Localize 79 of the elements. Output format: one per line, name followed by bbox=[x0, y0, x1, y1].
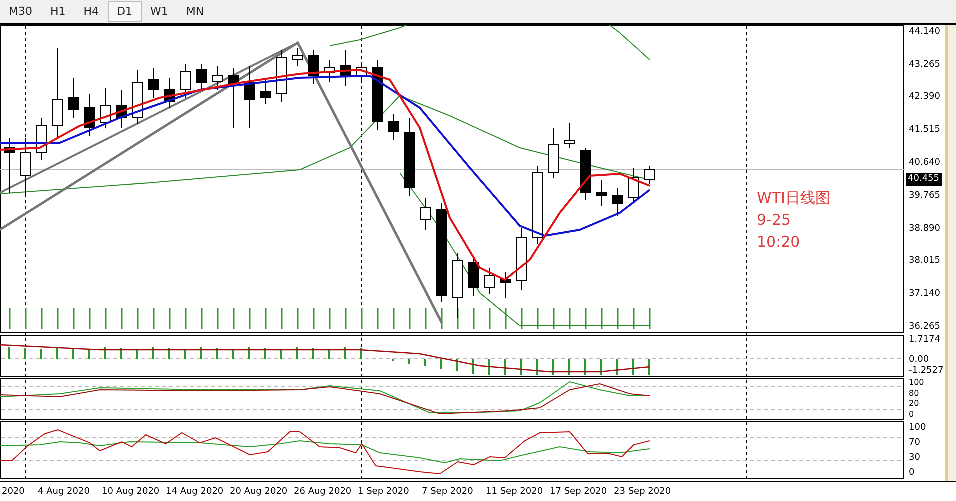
rsi-axis-label: 70 bbox=[909, 438, 922, 449]
candlestick bbox=[484, 267, 496, 294]
candlestick bbox=[420, 197, 432, 230]
candlestick bbox=[116, 89, 128, 128]
candlestick bbox=[500, 271, 512, 298]
candlestick bbox=[548, 127, 560, 178]
candlestick bbox=[84, 93, 96, 136]
stochastic-axis-label: 80 bbox=[909, 388, 920, 398]
candlestick bbox=[276, 49, 288, 102]
date-label: 7 Sep 2020 bbox=[422, 486, 474, 497]
price-label: 43.265 bbox=[909, 60, 942, 71]
timeframe-tab[interactable]: H4 bbox=[74, 1, 108, 22]
candlestick bbox=[4, 137, 16, 194]
candlestick bbox=[644, 165, 656, 184]
rsi-axis-label: 0 bbox=[909, 468, 916, 479]
candlestick bbox=[324, 59, 336, 82]
candlestick bbox=[628, 167, 640, 202]
timeframe-tab[interactable]: MN bbox=[177, 1, 214, 22]
timeframe-tab[interactable]: H1 bbox=[42, 1, 75, 22]
price-label: 37.140 bbox=[909, 289, 942, 300]
candlestick bbox=[452, 252, 464, 318]
candlestick bbox=[196, 63, 208, 90]
candlestick bbox=[292, 47, 304, 66]
date-label: 26 Aug 2020 bbox=[294, 486, 353, 497]
chart-annotation: WTI日线图 bbox=[757, 188, 830, 209]
candlestick bbox=[244, 65, 256, 128]
rsi-axis-label: 100 bbox=[909, 422, 928, 434]
candlestick bbox=[468, 257, 480, 296]
stochastic-axis-label: 100 bbox=[909, 378, 926, 387]
candlestick bbox=[308, 49, 320, 84]
price-label: 38.015 bbox=[909, 256, 942, 268]
current-price-label: 40.455 bbox=[906, 172, 942, 186]
candlestick bbox=[180, 63, 192, 98]
price-label: 39.765 bbox=[909, 190, 942, 202]
date-label: 10 Aug 2020 bbox=[102, 486, 161, 497]
chart-annotation: 9-25 bbox=[757, 210, 792, 231]
timeframe-tab[interactable]: M30 bbox=[0, 1, 42, 22]
date-label: 2020 bbox=[2, 486, 26, 497]
price-label: 36.265 bbox=[909, 322, 942, 333]
candlestick bbox=[388, 113, 400, 140]
candlestick bbox=[132, 69, 144, 124]
candlestick bbox=[20, 137, 32, 196]
candlestick bbox=[580, 147, 592, 200]
candlestick bbox=[228, 67, 240, 128]
candlestick bbox=[212, 65, 224, 90]
candlestick bbox=[100, 87, 112, 128]
macd-axis-label: 0.00 bbox=[909, 354, 930, 366]
date-label: 11 Sep 2020 bbox=[486, 486, 544, 497]
candlestick bbox=[164, 77, 176, 108]
candlestick bbox=[516, 227, 528, 290]
price-label: 40.640 bbox=[909, 158, 942, 170]
candlestick bbox=[612, 187, 624, 216]
timeframe-tab[interactable]: W1 bbox=[142, 1, 178, 22]
date-label: 17 Sep 2020 bbox=[550, 486, 608, 497]
candlestick bbox=[596, 179, 608, 206]
stochastic-axis-label: 20 bbox=[909, 399, 920, 408]
rsi-axis-label: 30 bbox=[909, 452, 922, 464]
candlestick bbox=[356, 61, 368, 82]
candlestick bbox=[68, 77, 80, 118]
price-label: 41.515 bbox=[909, 125, 942, 136]
price-label: 42.390 bbox=[909, 92, 942, 104]
date-label: 14 Aug 2020 bbox=[166, 486, 225, 497]
candlestick bbox=[148, 67, 160, 98]
candlestick bbox=[564, 122, 576, 148]
price-label: 44.140 bbox=[909, 26, 942, 38]
chart-annotation: 10:20 bbox=[757, 232, 802, 253]
candlestick bbox=[372, 59, 384, 130]
macd-axis-label: -1.2527 bbox=[909, 366, 945, 377]
candlestick bbox=[260, 77, 272, 104]
price-label: 38.890 bbox=[909, 224, 942, 235]
stochastic-axis-label: 0 bbox=[909, 410, 916, 419]
date-label: 1 Sep 2020 bbox=[358, 486, 410, 497]
candlestick bbox=[36, 117, 48, 160]
date-label: 4 Aug 2020 bbox=[38, 486, 91, 497]
macd-axis-label: 1.7174 bbox=[909, 334, 942, 346]
date-label: 23 Sep 2020 bbox=[614, 486, 672, 497]
timeframe-tab[interactable]: D1 bbox=[108, 1, 142, 22]
date-label: 20 Aug 2020 bbox=[230, 486, 289, 497]
candlestick bbox=[340, 49, 352, 86]
